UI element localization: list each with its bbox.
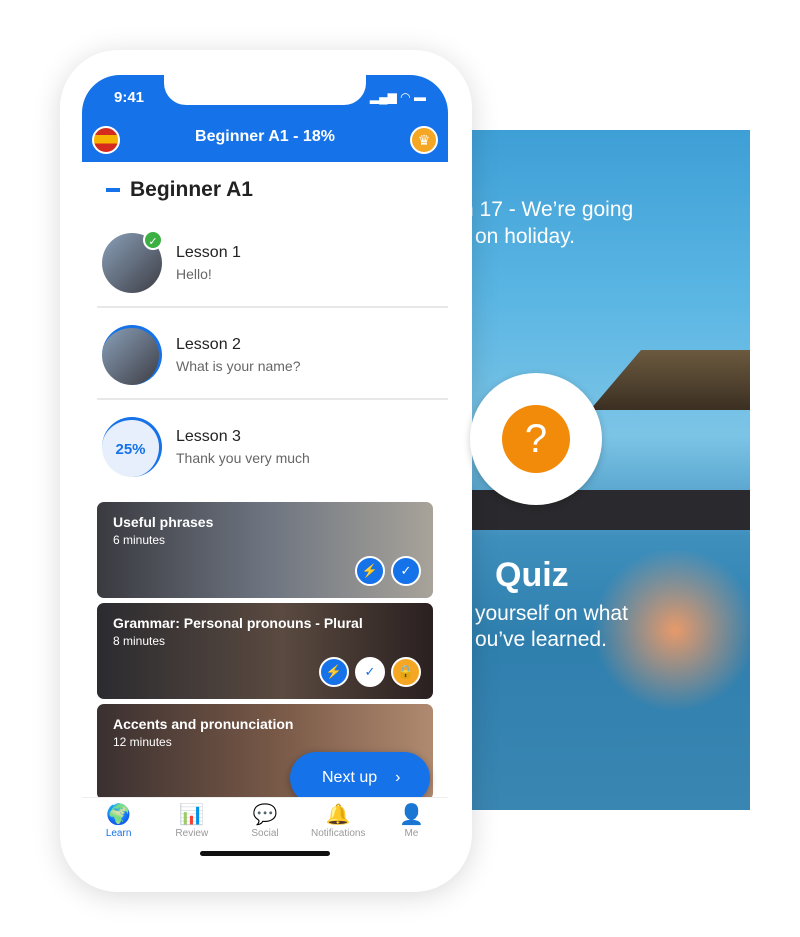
notch	[164, 75, 366, 105]
chat-icon: 💬	[252, 804, 278, 826]
lock-icon: 🔒	[391, 657, 421, 687]
lightning-icon: ⚡	[319, 657, 349, 687]
tab-label: Notifications	[310, 828, 366, 839]
quiz-button[interactable]: ?	[470, 373, 602, 505]
tab-label: Review	[175, 828, 209, 839]
tab-label: Learn	[105, 828, 132, 839]
status-time: 9:41	[114, 89, 145, 106]
check-badge-icon: ✓	[391, 556, 421, 586]
check-badge-icon: ✓	[355, 657, 385, 687]
card-title: Grammar: Personal pronouns - Plural	[113, 615, 363, 631]
course-progress-title: Beginner A1 - 18%	[195, 128, 335, 145]
lesson-title-line2: on holiday.	[475, 225, 576, 248]
tab-social[interactable]: 💬 Social	[228, 798, 301, 855]
tab-me[interactable]: 👤 Me	[375, 798, 448, 855]
lesson-title: Lesson 3	[176, 428, 241, 445]
lesson-subtitle: Thank you very much	[176, 450, 310, 466]
hut-image	[590, 350, 750, 410]
tab-notifications[interactable]: 🔔 Notifications	[302, 798, 375, 855]
card-duration: 8 minutes	[113, 634, 166, 648]
card-duration: 6 minutes	[113, 533, 166, 547]
lesson-title: Lesson 2	[176, 336, 241, 353]
status-icons: ▂▄▆ ◠ ▬	[369, 90, 426, 104]
next-up-label: Next up	[322, 769, 378, 786]
quiz-desc-line2: ou’ve learned.	[475, 628, 607, 651]
quiz-title: Quiz	[495, 556, 569, 594]
tab-learn[interactable]: 🌍 Learn	[82, 798, 155, 855]
lesson-row[interactable]: ✓ Lesson 1 Hello!	[97, 220, 448, 308]
chevron-right-icon: ›	[395, 769, 401, 786]
card-title: Accents and pronunciation	[113, 716, 294, 732]
tab-bar: 🌍 Learn 📊 Review 💬 Social 🔔 Notifications 👤 M…	[82, 797, 448, 855]
lesson-row[interactable]: 25% Lesson 3 Thank you very much	[97, 404, 448, 492]
sunset-glow	[590, 550, 750, 710]
activity-card[interactable]: Useful phrases 6 minutes ⚡ ✓	[97, 502, 433, 598]
card-duration: 12 minutes	[113, 735, 172, 749]
user-icon: 👤	[398, 804, 424, 826]
home-indicator[interactable]	[200, 851, 330, 856]
check-icon: ✓	[143, 230, 163, 250]
phone-frame: 9:41 ▂▄▆ ◠ ▬ Beginner A1 - 18% ♛ Beginne…	[60, 50, 472, 892]
bell-icon: 🔔	[325, 804, 351, 826]
lesson-subtitle: What is your name?	[176, 358, 301, 374]
quiz-desc-line1: yourself on what	[475, 602, 628, 625]
globe-icon: 🌍	[106, 804, 132, 826]
app-screen: 9:41 ▂▄▆ ◠ ▬ Beginner A1 - 18% ♛ Beginne…	[82, 75, 448, 865]
tab-label: Social	[251, 828, 279, 839]
lesson-title-line1: n 17 - We’re going	[462, 198, 634, 221]
lesson-subtitle: Hello!	[176, 266, 212, 282]
section-title: Beginner A1	[106, 178, 253, 202]
chart-icon: 📊	[179, 804, 205, 826]
lesson-avatar	[102, 325, 162, 385]
lightning-icon: ⚡	[355, 556, 385, 586]
question-icon: ?	[502, 405, 570, 473]
lesson-row[interactable]: Lesson 2 What is your name?	[97, 312, 448, 400]
tab-review[interactable]: 📊 Review	[155, 798, 228, 855]
app-header: 9:41 ▂▄▆ ◠ ▬ Beginner A1 - 18% ♛	[82, 75, 448, 162]
activity-card[interactable]: Grammar: Personal pronouns - Plural 8 mi…	[97, 603, 433, 699]
lesson-progress-circle: 25%	[102, 417, 162, 477]
lesson-title: Lesson 1	[176, 244, 241, 261]
tab-label: Me	[404, 828, 419, 839]
crown-icon[interactable]: ♛	[410, 126, 438, 154]
card-title: Useful phrases	[113, 514, 214, 530]
